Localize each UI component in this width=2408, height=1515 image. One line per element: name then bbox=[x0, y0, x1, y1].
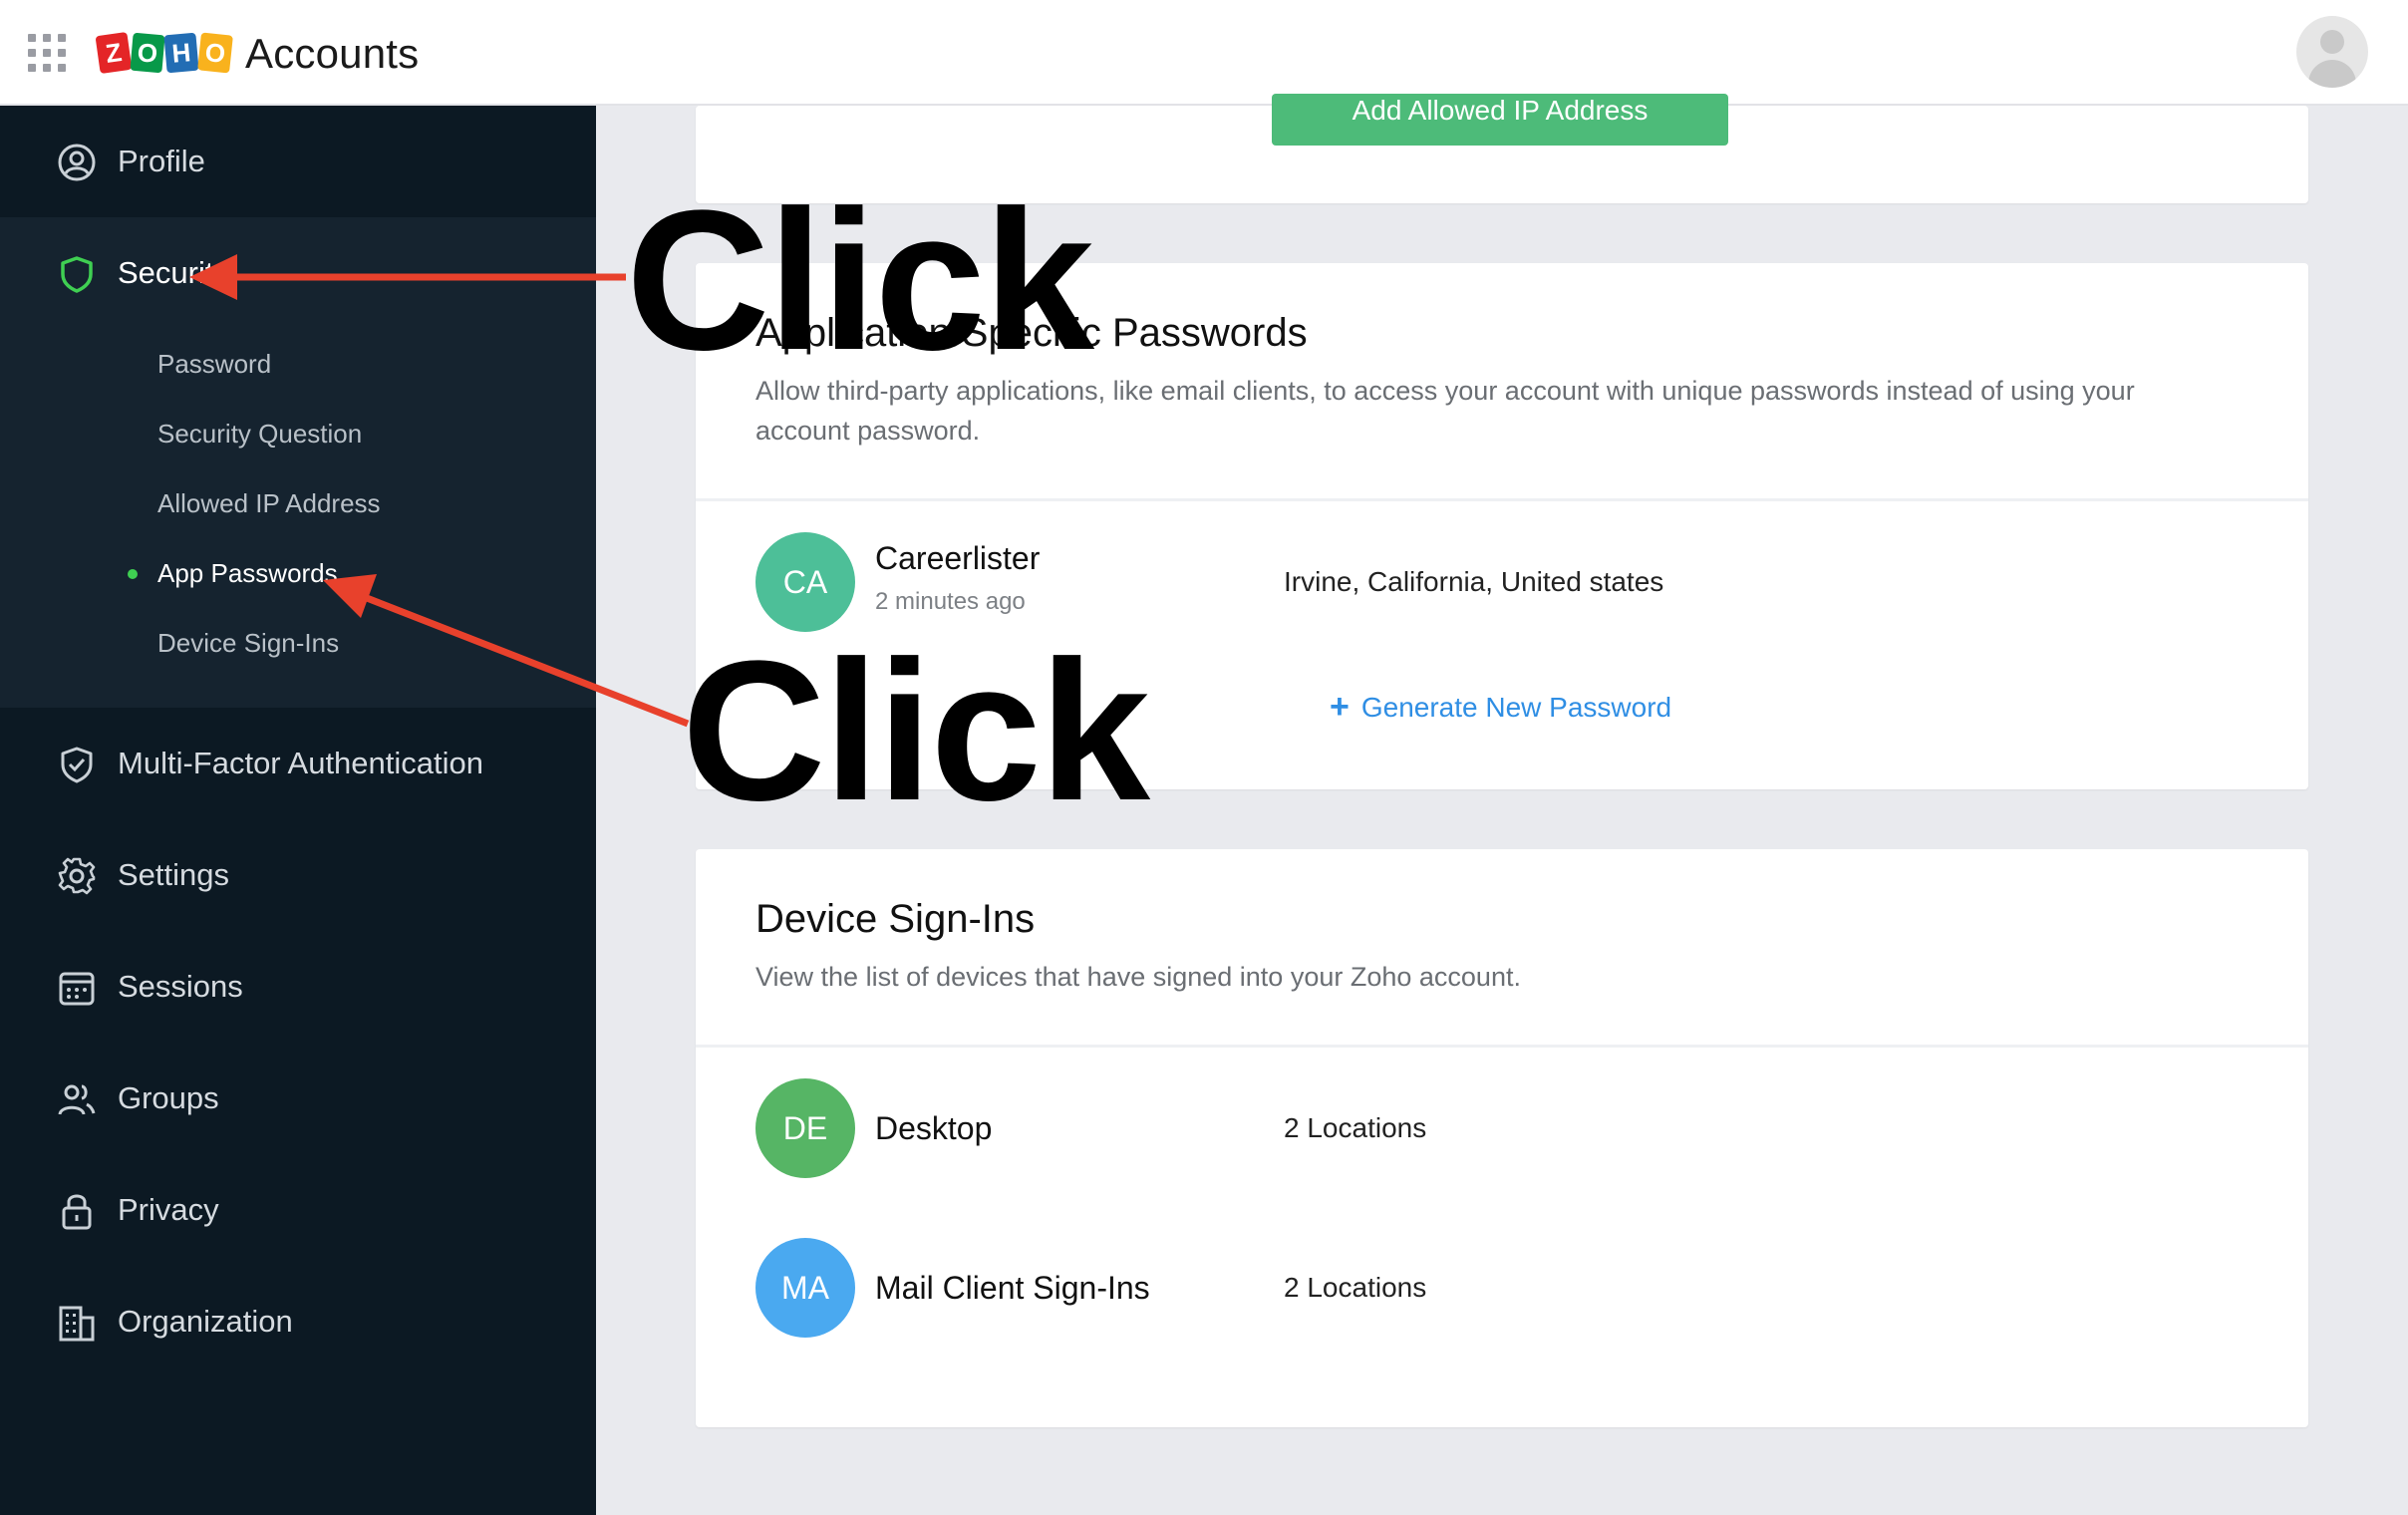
app-title: Accounts bbox=[245, 30, 420, 77]
logo-letter: O bbox=[130, 32, 165, 74]
generate-password-label: Generate New Password bbox=[1360, 691, 1672, 723]
annotation-click-label: Click bbox=[626, 169, 1094, 392]
logo-letter: H bbox=[163, 32, 199, 74]
sidebar-item-profile[interactable]: Profile bbox=[0, 106, 596, 217]
active-indicator bbox=[128, 569, 138, 579]
sidebar-item-label: Organization bbox=[118, 1304, 293, 1339]
sub-item-device-signins[interactable]: Device Sign-Ins bbox=[157, 628, 339, 659]
sidebar-item-label: Privacy bbox=[118, 1192, 219, 1227]
app-avatar: CA bbox=[755, 532, 855, 632]
sidebar-item-label: Multi-Factor Authentication bbox=[118, 746, 484, 780]
building-icon bbox=[59, 1306, 95, 1342]
logo-letter: O bbox=[197, 32, 233, 74]
device-avatar: MA bbox=[755, 1238, 855, 1338]
sidebar-item-organization[interactable]: Organization bbox=[0, 1266, 596, 1377]
sidebar-item-mfa[interactable]: Multi-Factor Authentication bbox=[0, 708, 596, 819]
user-avatar[interactable] bbox=[2296, 16, 2368, 88]
sidebar-item-label: Settings bbox=[118, 857, 230, 892]
calendar-icon bbox=[59, 972, 95, 1006]
generate-password-link[interactable]: + Generate New Password bbox=[1330, 688, 1671, 727]
logo-letter: Z bbox=[95, 31, 133, 75]
device-avatar: DE bbox=[755, 1078, 855, 1178]
divider bbox=[696, 498, 2308, 501]
sub-item-app-passwords[interactable]: App Passwords bbox=[157, 558, 338, 589]
sidebar-item-settings[interactable]: Settings bbox=[0, 819, 596, 931]
annotation-click-label: Click bbox=[682, 620, 1150, 842]
sidebar-item-label: Groups bbox=[118, 1080, 219, 1115]
sub-item-password[interactable]: Password bbox=[157, 349, 271, 380]
divider bbox=[696, 1045, 2308, 1048]
lock-icon bbox=[62, 1194, 92, 1230]
zoho-logo[interactable]: Z O H O bbox=[95, 30, 233, 76]
sub-item-security-question[interactable]: Security Question bbox=[157, 419, 362, 450]
sidebar-item-sessions[interactable]: Sessions bbox=[0, 931, 596, 1043]
sidebar-item-label: Securit bbox=[118, 255, 214, 290]
app-location: Irvine, California, United states bbox=[1284, 566, 1664, 597]
device-signins-card: Device Sign-Ins View the list of devices… bbox=[696, 849, 2308, 1427]
sidebar: Profile Securit Password Security Questi… bbox=[0, 106, 596, 1515]
add-allowed-ip-button[interactable]: Add Allowed IP Address bbox=[1272, 94, 1728, 146]
top-header: Z O H O Accounts bbox=[0, 0, 2408, 106]
card-title: Device Sign-Ins bbox=[755, 897, 1036, 941]
shield-check-icon bbox=[61, 747, 93, 783]
shield-icon bbox=[61, 256, 93, 293]
gear-icon bbox=[58, 857, 96, 895]
apps-grid-icon[interactable] bbox=[28, 34, 66, 72]
sidebar-item-groups[interactable]: Groups bbox=[0, 1043, 596, 1154]
user-circle-icon bbox=[58, 144, 96, 181]
plus-icon: + bbox=[1330, 688, 1350, 726]
device-name[interactable]: Mail Client Sign-Ins bbox=[875, 1270, 1150, 1307]
device-locations[interactable]: 2 Locations bbox=[1284, 1272, 1426, 1304]
device-name[interactable]: Desktop bbox=[875, 1110, 992, 1147]
device-locations[interactable]: 2 Locations bbox=[1284, 1112, 1426, 1144]
app-name[interactable]: Careerlister bbox=[875, 540, 1040, 577]
app-time: 2 minutes ago bbox=[875, 588, 1026, 615]
sub-item-allowed-ip[interactable]: Allowed IP Address bbox=[157, 488, 381, 519]
card-description: View the list of devices that have signe… bbox=[755, 962, 1521, 992]
sidebar-item-label: Profile bbox=[118, 144, 205, 178]
users-icon bbox=[58, 1084, 96, 1115]
sidebar-item-security[interactable]: Securit bbox=[0, 217, 596, 329]
sidebar-item-label: Sessions bbox=[118, 969, 243, 1004]
sidebar-item-privacy[interactable]: Privacy bbox=[0, 1154, 596, 1266]
